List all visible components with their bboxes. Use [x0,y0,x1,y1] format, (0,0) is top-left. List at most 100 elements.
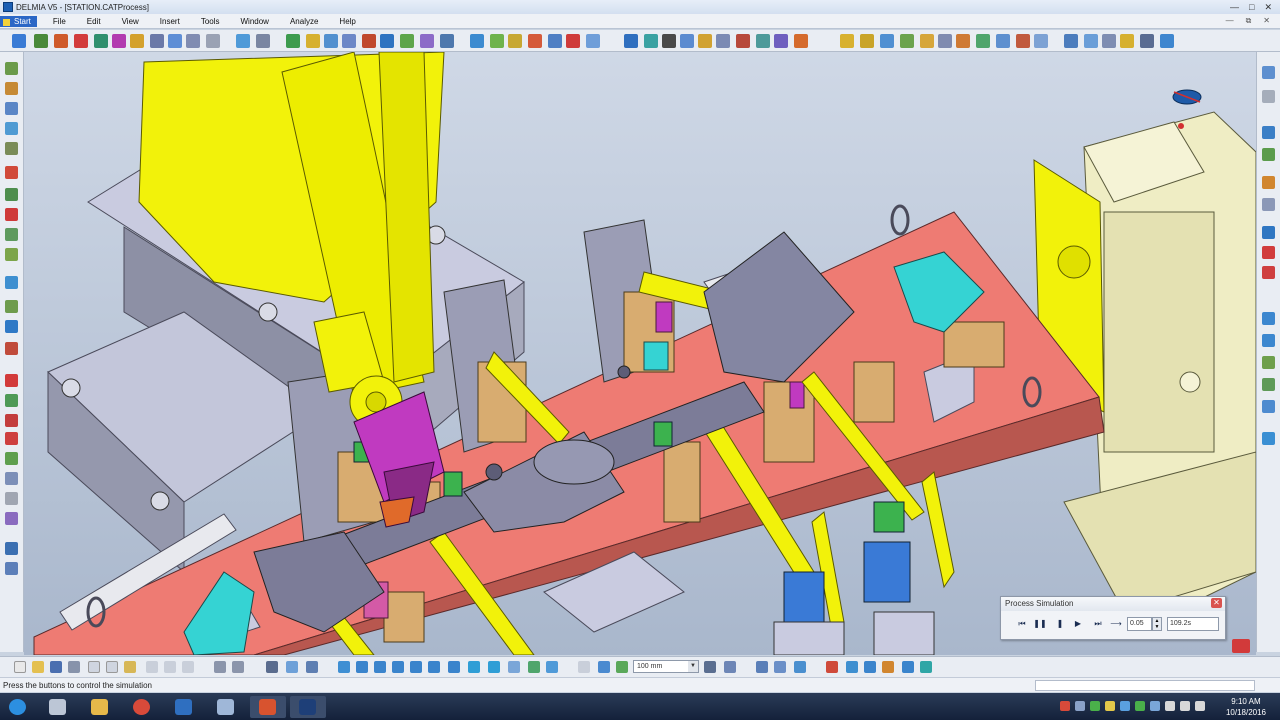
right-tool-11-icon[interactable] [1262,334,1275,347]
light-tool-icon[interactable] [698,34,712,48]
plane-icon[interactable] [616,661,628,673]
close-icon[interactable]: ✕ [1264,2,1272,13]
right-tool-3-icon[interactable] [1262,126,1275,139]
options-tool-icon[interactable] [1140,34,1154,48]
tree-tool-icon[interactable] [1084,34,1098,48]
step-back-icon[interactable]: ❚ [1053,617,1067,631]
measure-item-icon[interactable] [306,661,318,673]
pause-icon[interactable]: ❚❚ [1033,617,1047,631]
measure-between-icon[interactable] [286,661,298,673]
layout-tool-icon[interactable] [236,34,250,48]
part-tool-icon[interactable] [976,34,990,48]
close-icon[interactable]: ✕ [1211,598,1222,608]
doc-minimize-icon[interactable]: — [1226,16,1234,26]
menu-edit[interactable]: Edit [87,17,101,26]
step-size-field[interactable]: 0.05 [1127,617,1152,631]
left-tool-19-icon[interactable] [5,452,18,465]
swap-visible-icon[interactable] [546,661,558,673]
joint-tool-icon[interactable] [1034,34,1048,48]
open-file-icon[interactable] [32,661,44,673]
line-icon[interactable] [598,661,610,673]
snap-tool-icon[interactable] [306,34,320,48]
menu-start[interactable]: Start [0,15,37,27]
teach-robot-icon[interactable] [846,661,858,673]
reach-tool-icon[interactable] [490,34,504,48]
record-tool-icon[interactable] [662,34,676,48]
unit-settings-icon[interactable] [704,661,716,673]
save-icon[interactable] [50,661,62,673]
jog-tool-icon[interactable] [380,34,394,48]
simulate-tool-icon[interactable] [624,34,638,48]
fastener-tool-icon[interactable] [920,34,934,48]
step-spinner-icon[interactable]: ▲ ▼ [1152,617,1162,631]
left-tool-20-icon[interactable] [5,472,18,485]
menu-insert[interactable]: Insert [160,17,180,26]
teach-tool-icon[interactable] [362,34,376,48]
search-tool-icon[interactable] [1102,34,1116,48]
taskbar-document[interactable] [208,696,244,718]
unit-dropdown[interactable]: 100 mm ▼ [633,660,699,673]
left-tool-21-icon[interactable] [5,492,18,505]
clash-tool-icon[interactable] [342,34,356,48]
hide-show-icon[interactable] [528,661,540,673]
left-tool-11-icon[interactable] [5,276,18,289]
point-icon[interactable] [578,661,590,673]
normal-view-icon[interactable] [448,661,460,673]
cut-icon[interactable] [88,661,100,673]
compass-tool-icon[interactable] [256,34,270,48]
pan-icon[interactable] [374,661,386,673]
fly-mode-icon[interactable] [338,661,350,673]
undo-icon[interactable] [146,661,158,673]
robot-tool-icon[interactable] [54,34,68,48]
left-tool-23-icon[interactable] [5,542,18,555]
rotate-icon[interactable] [392,661,404,673]
io-tool-icon[interactable] [586,34,600,48]
iso-view-icon[interactable] [488,661,500,673]
taskbar-explorer[interactable] [82,696,118,718]
seam-tool-icon[interactable] [900,34,914,48]
left-tool-8-icon[interactable] [5,208,18,221]
measure-tool-icon[interactable] [324,34,338,48]
taskbar-outlook[interactable] [166,696,202,718]
left-tool-6-icon[interactable] [5,166,18,179]
activity-tool-icon[interactable] [112,34,126,48]
link-tool-icon[interactable] [150,34,164,48]
comment-icon[interactable] [232,661,244,673]
path-tool-icon[interactable] [420,34,434,48]
jog-robot-icon[interactable] [826,661,838,673]
grid-tool-icon[interactable] [440,34,454,48]
process-tool-icon[interactable] [94,34,108,48]
report-tool-icon[interactable] [794,34,808,48]
tag-tool-icon[interactable] [400,34,414,48]
weld-tool-icon[interactable] [840,34,854,48]
compile-tool-icon[interactable] [548,34,562,48]
formula-icon[interactable] [214,661,226,673]
right-tool-15-icon[interactable] [1262,432,1275,445]
tray-icon-1[interactable] [1060,701,1070,711]
3d-viewport[interactable] [24,52,1256,655]
left-tool-15-icon[interactable] [5,374,18,387]
camera-tool-icon[interactable] [680,34,694,48]
select-tool-icon[interactable] [12,34,26,48]
play-icon[interactable]: ▶ [1071,617,1085,631]
compile-robot-icon[interactable] [882,661,894,673]
move-tool-icon[interactable] [286,34,300,48]
device-tool-icon[interactable] [74,34,88,48]
menu-help[interactable]: Help [339,17,355,26]
run-robot-icon[interactable] [902,661,914,673]
render-tool-icon[interactable] [716,34,730,48]
chevron-down-icon[interactable]: ▼ [688,661,698,672]
right-tool-7-icon[interactable] [1262,226,1275,239]
doc-close-icon[interactable]: ✕ [1263,16,1270,26]
left-tool-9-icon[interactable] [5,228,18,241]
resource-tool-icon[interactable] [34,34,48,48]
sheet-tool-icon[interactable] [1064,34,1078,48]
device-task-icon[interactable] [756,661,768,673]
menu-analyze[interactable]: Analyze [290,17,318,26]
right-tool-14-icon[interactable] [1262,400,1275,413]
volume-icon[interactable] [1195,701,1205,711]
zoom-out-icon[interactable] [428,661,440,673]
left-tool-22-icon[interactable] [5,512,18,525]
mechanism-tool-icon[interactable] [1016,34,1030,48]
right-tool-5-icon[interactable] [1262,176,1275,189]
